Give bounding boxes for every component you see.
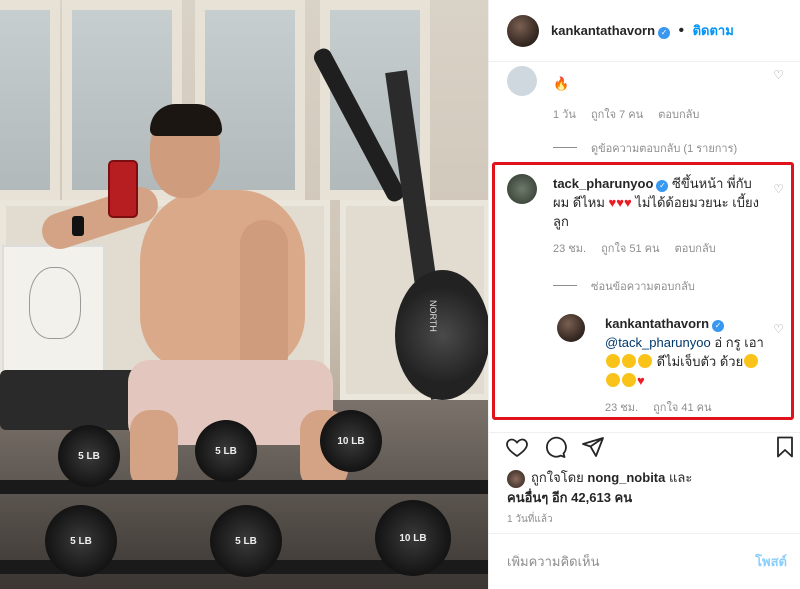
liked-by-user[interactable]: nong_nobita bbox=[587, 470, 665, 485]
laughing-emoji-icon bbox=[622, 354, 636, 368]
reply-username[interactable]: kankantathavorn bbox=[605, 316, 709, 331]
laughing-emoji-icon bbox=[622, 373, 636, 387]
avatar[interactable] bbox=[507, 469, 525, 488]
smartphone bbox=[108, 160, 138, 218]
verified-badge-icon: ✓ bbox=[658, 27, 671, 39]
reply-divider-line bbox=[553, 285, 577, 287]
laughing-emoji-icon bbox=[606, 354, 620, 368]
separator-dot: • bbox=[678, 22, 685, 39]
comment-like-icon[interactable]: ♡ bbox=[773, 322, 784, 336]
dumbbell: 5 LB bbox=[210, 505, 282, 577]
comment-body: tack_pharunyoo ✓ ซีขึ้นหน้า พี่กับผม ดีไห… bbox=[553, 174, 762, 231]
post-button[interactable]: โพสต์ bbox=[755, 551, 787, 572]
dumbbell: 5 LB bbox=[45, 505, 117, 577]
comment-time[interactable]: 1 วัน bbox=[553, 109, 576, 121]
comment-input[interactable] bbox=[507, 554, 756, 569]
laughing-emoji-icon bbox=[606, 373, 620, 387]
red-heart-icon: ♥♥♥ bbox=[608, 195, 632, 210]
red-heart-icon: ♥ bbox=[637, 373, 645, 388]
hide-replies-row[interactable]: ซ่อนข้อความตอบกลับ bbox=[507, 277, 800, 295]
dumbbell: 10 LB bbox=[375, 500, 451, 576]
person-hair bbox=[150, 104, 222, 136]
dumbbell: 10 LB bbox=[320, 410, 382, 472]
comment-likes[interactable]: ถูกใจ 51 คน bbox=[601, 243, 659, 255]
portrait-canvas bbox=[2, 245, 105, 380]
person-leg bbox=[130, 410, 178, 490]
verified-badge-icon: ✓ bbox=[712, 320, 725, 332]
reply-text: เอา bbox=[744, 335, 764, 350]
add-comment-bar: โพสต์ bbox=[489, 533, 800, 589]
avatar[interactable] bbox=[507, 14, 539, 47]
comment-like-icon[interactable]: ♡ bbox=[773, 68, 784, 82]
view-replies-row[interactable]: ดูข้อความตอบกลับ (1 รายการ) bbox=[507, 139, 800, 157]
comment-likes[interactable]: ถูกใจ 7 คน bbox=[591, 109, 643, 121]
heart-outline-icon[interactable] bbox=[505, 435, 529, 459]
avatar[interactable] bbox=[557, 314, 585, 342]
laughing-emoji-icon bbox=[744, 354, 759, 368]
wristwatch bbox=[72, 216, 84, 236]
bookmark-icon[interactable] bbox=[773, 435, 797, 459]
reply-text: อ่ กรู bbox=[714, 335, 741, 350]
laughing-emoji-icon bbox=[638, 354, 652, 368]
reply-button[interactable]: ตอบกลับ bbox=[658, 109, 699, 121]
avatar[interactable] bbox=[507, 66, 537, 96]
dumbbell: 5 LB bbox=[58, 425, 120, 487]
elliptical-flywheel bbox=[395, 270, 488, 400]
comment-item: tack_pharunyoo ✓ ซีขึ้นหน้า พี่กับผม ดีไห… bbox=[507, 174, 800, 257]
comment-item: 🔥 ♡ bbox=[507, 62, 800, 96]
comment-likes[interactable]: ถูกใจ 41 คน bbox=[653, 402, 711, 414]
comment-like-icon[interactable]: ♡ bbox=[773, 182, 784, 196]
machine-brand-label: NORTH bbox=[428, 300, 438, 332]
post-photo[interactable]: NORTH 5 LB 5 LB 10 LB 5 LB 5 LB 10 LB bbox=[0, 0, 488, 589]
reply-text: ดีไม่เจ็บตัว bbox=[656, 354, 717, 369]
reply-item: kankantathavorn ✓ @tack_pharunyoo อ่ กรู … bbox=[557, 314, 800, 416]
comment-time[interactable]: 23 ชม. bbox=[605, 402, 638, 414]
reply-text: ด้วย bbox=[719, 354, 744, 369]
reply-divider-line bbox=[553, 147, 577, 149]
likes-prefix: ถูกใจโดย bbox=[531, 470, 584, 485]
comment-meta: 1 วัน ถูกใจ 7 คน ตอบกลับ bbox=[507, 105, 800, 123]
post-header: kankantathavorn ✓ • ติดตาม bbox=[489, 0, 800, 62]
comment-bubble-icon[interactable] bbox=[543, 435, 567, 459]
follow-button[interactable]: ติดตาม bbox=[693, 23, 734, 38]
posted-time[interactable]: 1 วันที่แล้ว bbox=[507, 512, 553, 527]
paper-plane-icon[interactable] bbox=[581, 435, 605, 459]
view-replies-button[interactable]: ดูข้อความตอบกลับ (1 รายการ) bbox=[591, 143, 737, 155]
verified-badge-icon: ✓ bbox=[656, 180, 669, 192]
hide-replies-button[interactable]: ซ่อนข้อความตอบกลับ bbox=[591, 281, 695, 293]
likes-and: และ bbox=[669, 470, 693, 485]
avatar[interactable] bbox=[507, 174, 537, 204]
likes-summary: ถูกใจโดย nong_nobita และ คนอื่นๆ อีก 42,… bbox=[507, 468, 692, 507]
likes-others-link[interactable]: คนอื่นๆ อีก 42,613 คน bbox=[507, 490, 632, 505]
window bbox=[0, 0, 60, 200]
action-bar bbox=[489, 432, 800, 462]
comment-username[interactable]: tack_pharunyoo bbox=[553, 176, 653, 191]
dumbbell: 5 LB bbox=[195, 420, 257, 482]
header-username[interactable]: kankantathavorn bbox=[551, 23, 655, 38]
comment-time[interactable]: 23 ชม. bbox=[553, 243, 586, 255]
reply-body: kankantathavorn ✓ @tack_pharunyoo อ่ กรู … bbox=[605, 314, 764, 390]
comments-panel: kankantathavorn ✓ • ติดตาม 🔥 ♡ 1 วัน ถูกใ… bbox=[488, 0, 800, 589]
comment-text: 🔥 bbox=[553, 76, 570, 91]
reply-button[interactable]: ตอบกลับ bbox=[675, 243, 716, 255]
mention-link[interactable]: @tack_pharunyoo bbox=[605, 335, 711, 350]
person-arm bbox=[240, 220, 288, 380]
